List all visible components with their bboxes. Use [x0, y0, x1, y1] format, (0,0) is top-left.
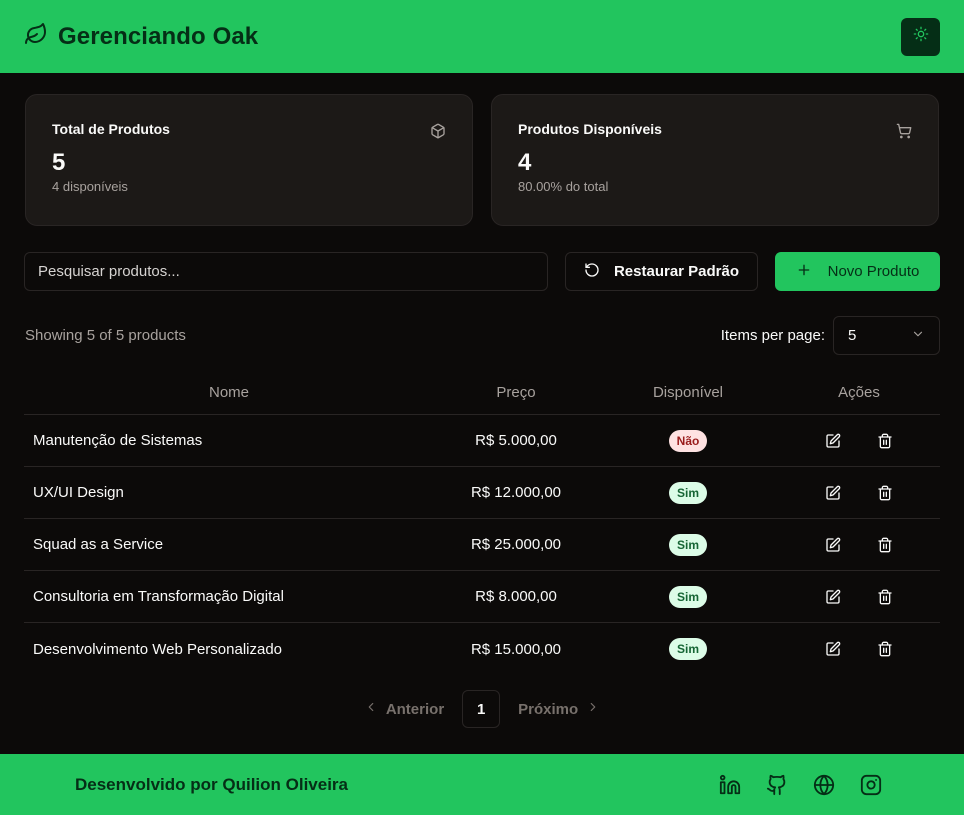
- stat-card-available: Produtos Disponíveis 4 80.00% do total: [491, 94, 939, 226]
- availability-badge: Não: [668, 429, 708, 452]
- search-input[interactable]: [24, 252, 548, 291]
- edit-icon[interactable]: [821, 637, 845, 661]
- trash-icon[interactable]: [873, 429, 897, 453]
- stat-value: 5: [52, 149, 66, 176]
- app-header: Gerenciando Oak: [0, 0, 964, 73]
- app-title: Gerenciando Oak: [58, 22, 259, 50]
- stat-title: Produtos Disponíveis: [518, 121, 662, 137]
- trash-icon[interactable]: [873, 585, 897, 609]
- pagination: Anterior 1 Próximo: [0, 690, 964, 728]
- edit-icon[interactable]: [821, 533, 845, 557]
- cart-icon: [896, 123, 912, 139]
- theme-toggle-button[interactable]: [901, 17, 940, 56]
- edit-icon[interactable]: [821, 481, 845, 505]
- stat-subtitle: 80.00% do total: [518, 179, 609, 194]
- product-name: Squad as a Service: [33, 536, 164, 553]
- header-price: Preço: [496, 384, 536, 401]
- plus-icon: [796, 262, 812, 282]
- leaf-icon: [24, 22, 48, 51]
- toolbar: Restaurar Padrão Novo Produto: [24, 252, 940, 291]
- chevron-down-icon: [911, 327, 925, 345]
- app-footer: Desenvolvido por Quilion Oliveira: [0, 754, 964, 815]
- previous-page-button[interactable]: Anterior: [364, 700, 444, 718]
- product-price: R$ 12.000,00: [470, 484, 562, 501]
- rotate-ccw-icon: [584, 262, 600, 282]
- github-icon[interactable]: [765, 773, 788, 796]
- items-per-page-select[interactable]: 5: [833, 316, 940, 355]
- items-per-page-label: Items per page:: [720, 327, 825, 344]
- product-name: Desenvolvimento Web Personalizado: [33, 640, 283, 658]
- trash-icon[interactable]: [873, 637, 897, 661]
- header-actions: Ações: [838, 384, 880, 401]
- table-row: Manutenção de Sistemas R$ 5.000,00 Não: [24, 415, 940, 467]
- chevron-left-icon: [364, 700, 378, 718]
- showing-count: Showing 5 of 5 products: [25, 327, 186, 344]
- trash-icon[interactable]: [873, 481, 897, 505]
- next-label: Próximo: [518, 700, 579, 718]
- product-price: R$ 5.000,00: [475, 432, 557, 449]
- footer-credit: Desenvolvido por Quilion Oliveira: [75, 774, 349, 794]
- header-available: Disponível: [652, 384, 724, 401]
- social-links: [718, 773, 882, 796]
- stats-cards: Total de Produtos 5 4 disponíveis Produt…: [25, 94, 939, 226]
- globe-icon[interactable]: [812, 773, 835, 796]
- stat-card-total: Total de Produtos 5 4 disponíveis: [25, 94, 473, 226]
- table-row: Desenvolvimento Web Personalizado R$ 15.…: [24, 623, 940, 675]
- new-product-label: Novo Produto: [827, 263, 920, 280]
- header-name: Nome: [208, 384, 249, 401]
- sun-icon: [913, 26, 929, 47]
- chevron-right-icon: [586, 700, 600, 718]
- table-row: Consultoria em Transformação Digital R$ …: [24, 571, 940, 623]
- previous-label: Anterior: [385, 700, 445, 718]
- restore-label: Restaurar Padrão: [613, 263, 740, 280]
- trash-icon[interactable]: [873, 533, 897, 557]
- product-name: UX/UI Design: [33, 484, 124, 501]
- linkedin-icon[interactable]: [718, 773, 741, 796]
- product-name: Manutenção de Sistemas: [33, 432, 203, 449]
- stat-value: 4: [518, 149, 532, 176]
- availability-badge: Sim: [668, 585, 707, 608]
- products-table: Nome Preço Disponível Ações Manutenção d…: [24, 371, 940, 675]
- table-row: Squad as a Service R$ 25.000,00 Sim: [24, 519, 940, 571]
- stat-title: Total de Produtos: [52, 121, 170, 137]
- brand: Gerenciando Oak: [24, 22, 258, 51]
- product-name: Consultoria em Transformação Digital: [33, 588, 284, 605]
- edit-icon[interactable]: [821, 585, 845, 609]
- restore-defaults-button[interactable]: Restaurar Padrão: [565, 252, 758, 291]
- availability-badge: Sim: [668, 638, 707, 660]
- package-icon: [430, 123, 446, 139]
- availability-badge: Sim: [668, 481, 707, 504]
- stat-subtitle: 4 disponíveis: [52, 179, 128, 194]
- product-price: R$ 15.000,00: [470, 640, 562, 658]
- product-price: R$ 8.000,00: [475, 588, 557, 605]
- availability-badge: Sim: [668, 533, 707, 556]
- next-page-button[interactable]: Próximo: [518, 700, 600, 718]
- items-per-page-value: 5: [848, 327, 857, 344]
- instagram-icon[interactable]: [859, 773, 882, 796]
- product-price: R$ 25.000,00: [470, 536, 562, 553]
- edit-icon[interactable]: [821, 429, 845, 453]
- items-per-page: Items per page: 5: [721, 316, 940, 355]
- new-product-button[interactable]: Novo Produto: [775, 252, 940, 291]
- page-number-button[interactable]: 1: [462, 690, 501, 728]
- table-header: Nome Preço Disponível Ações: [24, 371, 940, 415]
- table-row: UX/UI Design R$ 12.000,00 Sim: [24, 467, 940, 519]
